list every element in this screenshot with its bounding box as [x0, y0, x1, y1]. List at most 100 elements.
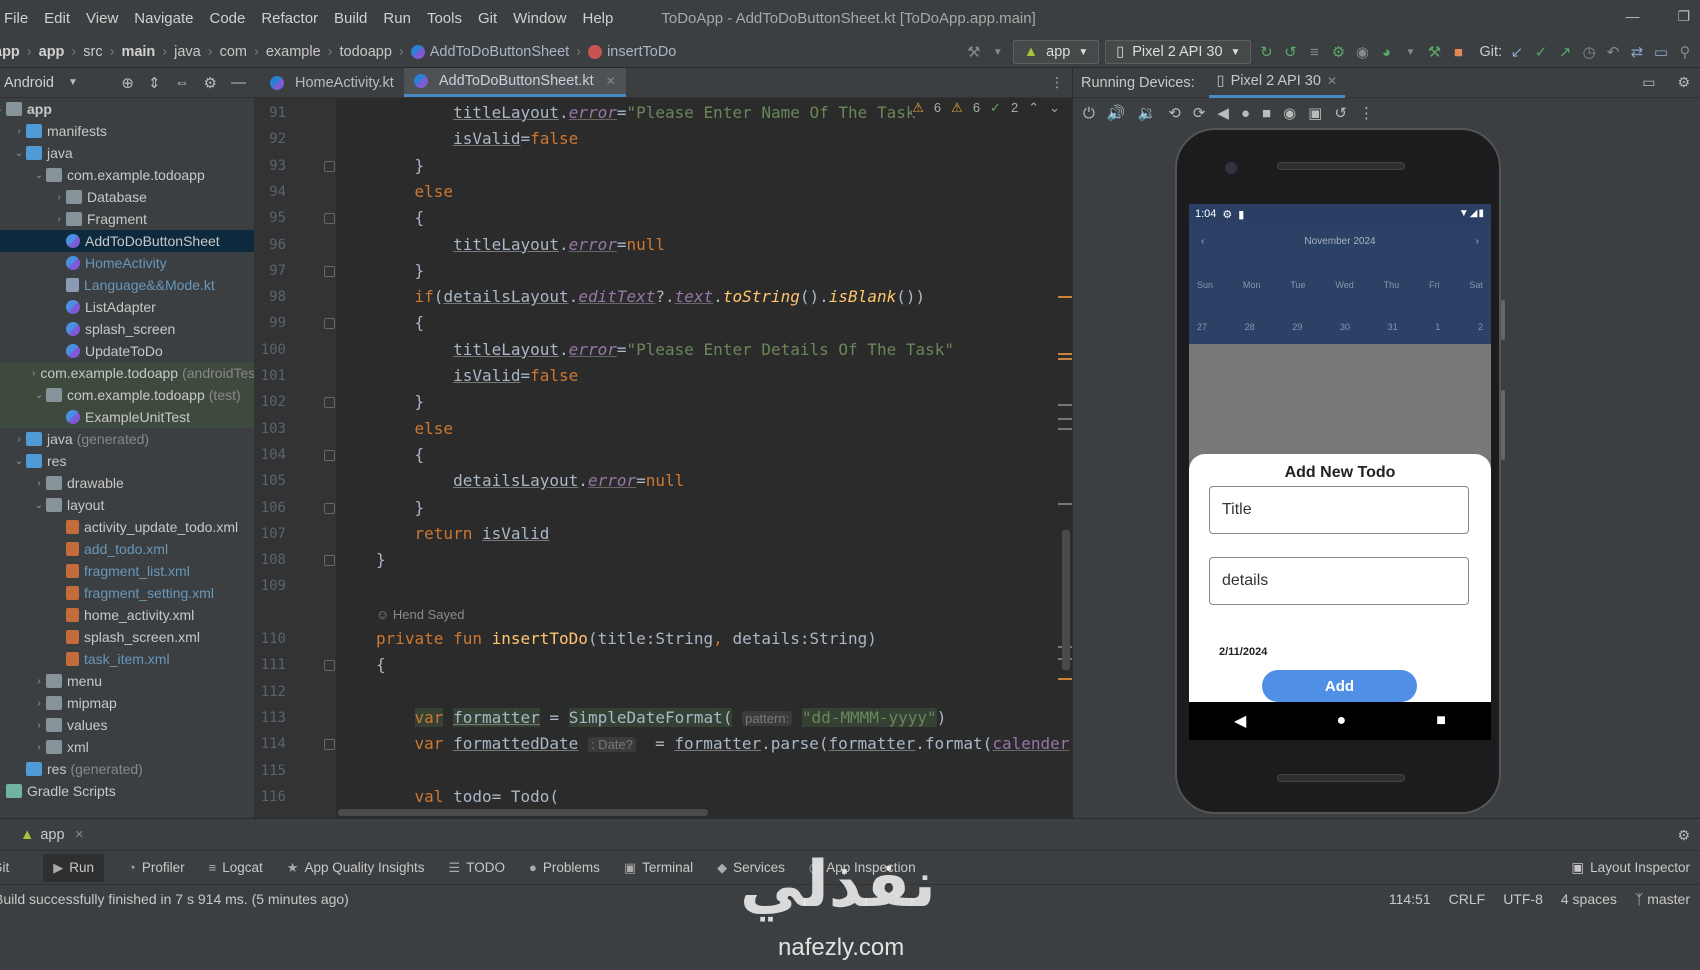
error-stripe-marker[interactable]: [1058, 358, 1072, 360]
tree-item[interactable]: activity_update_todo.xml: [0, 516, 254, 538]
tool-window-problems[interactable]: ● Problems: [529, 860, 600, 875]
breadcrumb-java[interactable]: java: [174, 44, 201, 60]
home-icon[interactable]: ●: [1241, 105, 1250, 122]
minimize-icon[interactable]: —: [1625, 8, 1639, 25]
gear-icon[interactable]: ⚙: [1677, 74, 1690, 91]
tool-window-run[interactable]: ▶ Run: [43, 853, 105, 882]
tool-window-services[interactable]: ◆ Services: [717, 860, 785, 876]
chevron-right-icon[interactable]: ›: [12, 126, 26, 137]
error-stripe-marker[interactable]: [1058, 428, 1072, 430]
window-layout-icon[interactable]: ▭: [1642, 74, 1655, 91]
tree-item[interactable]: res (generated): [0, 758, 254, 780]
tree-item[interactable]: › drawable: [0, 472, 254, 494]
device-select[interactable]: ▯ Pixel 2 API 30 ▼: [1105, 40, 1252, 64]
selected-date[interactable]: 2/11/2024: [1219, 646, 1267, 658]
code-editor[interactable]: 91 92 93 94 95 96 97 98 99 100 101 102 103 104 105 106 1…: [254, 98, 1072, 818]
fold-marker[interactable]: [324, 265, 335, 277]
calendar-day[interactable]: 30: [1340, 322, 1350, 332]
layout-inspector-button[interactable]: ▣ Layout Inspector: [1571, 860, 1690, 876]
run-configuration-select[interactable]: ▲ app ▼: [1012, 40, 1100, 64]
fold-marker[interactable]: [324, 555, 335, 567]
tree-item[interactable]: › com.example.todoapp(androidTest): [0, 362, 254, 384]
tree-item[interactable]: UpdateToDo: [0, 340, 254, 362]
git-commit-icon[interactable]: ✓: [1532, 43, 1550, 61]
power-icon[interactable]: ⏻: [1083, 105, 1095, 122]
add-button[interactable]: Add: [1262, 670, 1417, 702]
tab-device-pixel-2[interactable]: ▯ Pixel 2 API 30 ✕: [1208, 68, 1345, 98]
tree-item[interactable]: › menu: [0, 670, 254, 692]
chevron-up-icon[interactable]: ⌃: [1028, 100, 1039, 116]
line-separator[interactable]: CRLF: [1449, 891, 1486, 907]
breadcrumb-example[interactable]: example: [266, 44, 321, 60]
stop-icon[interactable]: ■: [1449, 43, 1467, 61]
breadcrumb-module[interactable]: app: [39, 44, 65, 60]
back-icon[interactable]: ◀: [1217, 104, 1229, 122]
back-icon[interactable]: ◀: [1234, 711, 1246, 731]
tree-item[interactable]: ExampleUnitTest: [0, 406, 254, 428]
menu-item-file[interactable]: File: [0, 10, 36, 27]
tree-item[interactable]: › Database: [0, 186, 254, 208]
profile-icon[interactable]: ◕: [1377, 43, 1395, 61]
tree-item[interactable]: fragment_list.xml: [0, 560, 254, 582]
breadcrumb-method[interactable]: insertToDo: [607, 44, 676, 60]
fold-marker[interactable]: [324, 397, 335, 409]
menu-item-refactor[interactable]: Refactor: [253, 10, 326, 27]
vertical-scrollbar[interactable]: [1062, 530, 1070, 670]
apply-changes-icon[interactable]: ↻: [1257, 43, 1275, 61]
menu-item-git[interactable]: Git: [470, 10, 505, 27]
rotate-right-icon[interactable]: ⟳: [1193, 104, 1206, 122]
tree-item[interactable]: task_item.xml: [0, 648, 254, 670]
menu-item-window[interactable]: Window: [505, 10, 574, 27]
previous-month-icon[interactable]: ‹: [1201, 236, 1204, 247]
volume-up-icon[interactable]: 🔊: [1107, 104, 1126, 122]
snapshot-icon[interactable]: ↺: [1334, 104, 1347, 122]
tree-item[interactable]: splash_screen.xml: [0, 626, 254, 648]
chevron-right-icon[interactable]: ›: [52, 192, 66, 203]
more-vertical-icon[interactable]: ⋮: [1359, 104, 1374, 122]
hammer-icon[interactable]: ⚒: [965, 43, 983, 61]
error-stripe-marker[interactable]: [1058, 353, 1072, 355]
chevron-right-icon[interactable]: ›: [12, 434, 26, 445]
menu-item-help[interactable]: Help: [575, 10, 622, 27]
tool-window-app-quality-insights[interactable]: ★ App Quality Insights: [287, 860, 425, 876]
gear-icon[interactable]: ⚙: [1677, 827, 1690, 844]
hide-icon[interactable]: —: [231, 74, 246, 92]
chevron-right-icon[interactable]: ›: [52, 214, 66, 225]
chevron-down-icon[interactable]: ▼: [68, 77, 78, 88]
error-stripe-marker[interactable]: [1058, 404, 1072, 406]
home-icon[interactable]: ●: [1336, 712, 1346, 730]
chevron-down-icon[interactable]: ⌄: [32, 170, 46, 181]
tool-window-app-inspection[interactable]: ◎ App Inspection: [809, 860, 916, 876]
menu-item-view[interactable]: View: [78, 10, 126, 27]
project-view-select[interactable]: Android: [4, 75, 54, 91]
apply-code-changes-icon[interactable]: ↺: [1281, 43, 1299, 61]
calendar-day[interactable]: 27: [1197, 322, 1207, 332]
breadcrumb-src[interactable]: src: [83, 44, 102, 60]
chevron-right-icon[interactable]: ›: [32, 478, 46, 489]
breadcrumb-com[interactable]: com: [220, 44, 247, 60]
git-branch[interactable]: ᛉ master: [1635, 891, 1690, 907]
fold-marker[interactable]: [324, 449, 335, 461]
inspection-widget[interactable]: ⚠ 6 ⚠ 6 ✓ 2 ⌃ ⌄: [912, 100, 1060, 116]
overview-icon[interactable]: ■: [1436, 712, 1446, 730]
run-tab-app[interactable]: ▲ app ✕: [20, 827, 84, 843]
tree-item[interactable]: › Fragment: [0, 208, 254, 230]
close-icon[interactable]: ✕: [75, 828, 84, 841]
title-field[interactable]: Title: [1209, 486, 1469, 534]
tree-item[interactable]: ⌄ com.example.todoapp (test): [0, 384, 254, 406]
attach-debugger-icon[interactable]: ⚒: [1425, 43, 1443, 61]
collapse-all-icon[interactable]: ⇔: [175, 74, 190, 92]
tree-item[interactable]: ⌄ java: [0, 142, 254, 164]
file-encoding[interactable]: UTF-8: [1503, 891, 1543, 907]
chevron-down-icon[interactable]: ⌄: [12, 456, 26, 467]
tree-item[interactable]: Language&&Mode.kt: [0, 274, 254, 296]
tree-item[interactable]: ListAdapter: [0, 296, 254, 318]
tree-item[interactable]: › java (generated): [0, 428, 254, 450]
tool-window-logcat[interactable]: ≡ Logcat: [209, 860, 263, 875]
fold-marker[interactable]: [324, 213, 335, 225]
error-stripe-marker[interactable]: [1058, 296, 1072, 298]
sync-icon[interactable]: ≡: [1305, 43, 1323, 61]
tree-item[interactable]: home_activity.xml: [0, 604, 254, 626]
tool-window-todo[interactable]: ☰ TODO: [449, 860, 505, 876]
chevron-right-icon[interactable]: ›: [32, 368, 35, 379]
